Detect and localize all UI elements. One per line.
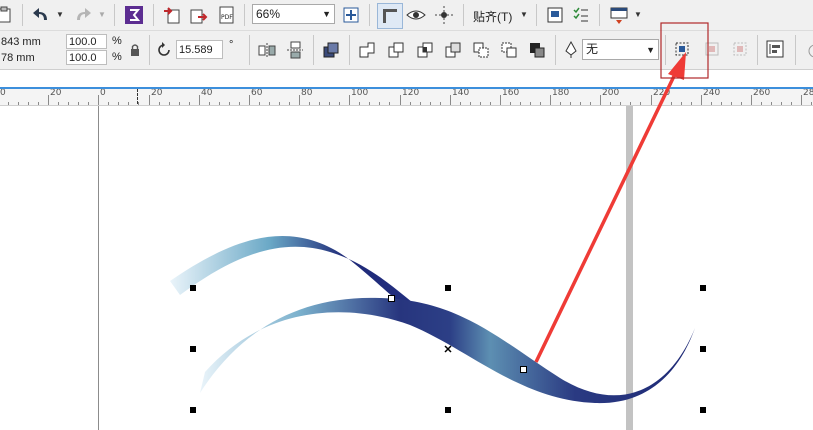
curve-node[interactable] [520, 366, 527, 373]
selection-handle[interactable] [190, 346, 196, 352]
selection-handle[interactable] [445, 407, 451, 413]
selection-handle[interactable] [700, 285, 706, 291]
selection-handle[interactable] [700, 407, 706, 413]
selection-handle[interactable] [700, 346, 706, 352]
selection-handle[interactable] [190, 285, 196, 291]
annotation-arrow [534, 71, 678, 363]
artwork-layer [170, 22, 709, 404]
annotation-arrowhead [668, 52, 686, 80]
selection-handle[interactable] [190, 407, 196, 413]
rotation-center-icon [444, 345, 452, 353]
selection-handle[interactable] [445, 285, 451, 291]
curve-node[interactable] [388, 295, 395, 302]
